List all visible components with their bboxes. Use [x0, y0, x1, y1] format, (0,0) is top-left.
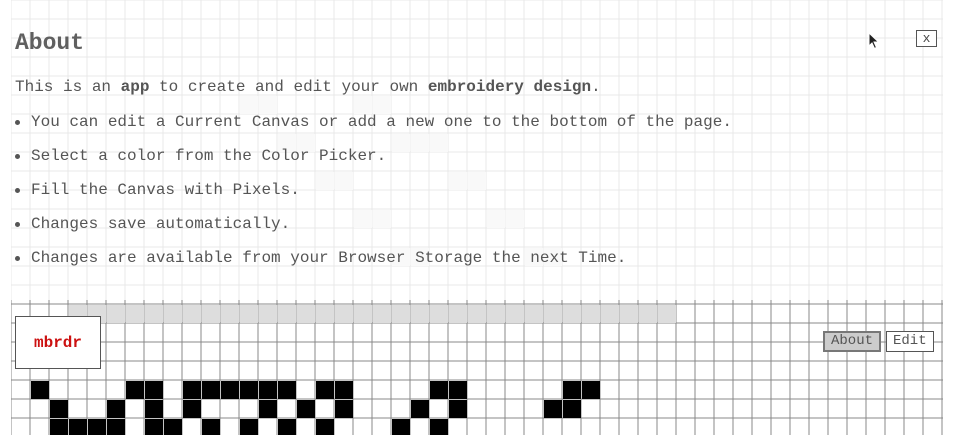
pixel-filled	[297, 400, 315, 418]
pixel-filled	[335, 400, 353, 418]
pixel-light	[620, 305, 638, 323]
intro-text: This is an app to create and edit your o…	[15, 78, 601, 96]
pixel-filled	[221, 381, 239, 399]
pixel-light	[563, 305, 581, 323]
pixel-light	[639, 305, 657, 323]
list-item-text: Changes save automatically.	[31, 215, 291, 233]
pixel-filled	[449, 400, 467, 418]
pixel-light	[164, 305, 182, 323]
pixel-light	[354, 305, 372, 323]
list-item: You can edit a Current Canvas or add a n…	[0, 112, 732, 146]
pixel-light	[335, 305, 353, 323]
pixel-light	[392, 305, 410, 323]
pixel-light	[145, 305, 163, 323]
pixel-filled	[392, 419, 410, 435]
pixel-filled	[430, 419, 448, 435]
bullet-dot-icon	[15, 222, 20, 227]
pixel-filled	[430, 381, 448, 399]
close-button[interactable]: x	[916, 30, 937, 47]
list-item-text: Changes are available from your Browser …	[31, 249, 627, 267]
bullet-dot-icon	[15, 120, 20, 125]
pixel-light	[278, 305, 296, 323]
pixel-filled	[50, 419, 68, 435]
about-button[interactable]: About	[823, 331, 882, 352]
pixel-filled	[183, 400, 201, 418]
mouse-pointer-icon	[868, 31, 880, 55]
bullet-dot-icon	[15, 154, 20, 159]
pixel-light	[544, 305, 562, 323]
intro-design: embroidery design	[427, 78, 592, 96]
pixel-light	[449, 305, 467, 323]
list-item-text: Select a color from the Color Picker.	[31, 147, 387, 165]
pixel-filled	[240, 381, 258, 399]
intro-app: app	[120, 78, 150, 96]
pixel-filled	[107, 400, 125, 418]
pixel-light	[240, 305, 258, 323]
pixel-filled	[240, 419, 258, 435]
pixel-light	[525, 305, 543, 323]
pixel-filled	[50, 400, 68, 418]
pixel-filled	[278, 381, 296, 399]
edit-button[interactable]: Edit	[886, 331, 934, 352]
pixel-light	[373, 305, 391, 323]
logo[interactable]: mbrdr	[15, 316, 101, 369]
bullet-dot-icon	[15, 256, 20, 261]
pixel-filled	[202, 381, 220, 399]
pixel-light	[126, 305, 144, 323]
pixel-light	[506, 305, 524, 323]
pixel-filled	[88, 419, 106, 435]
pixel-light	[202, 305, 220, 323]
pixel-filled	[449, 381, 467, 399]
pixel-light	[316, 305, 334, 323]
pixel-filled	[69, 419, 87, 435]
pixel-filled	[107, 419, 125, 435]
pixel-filled	[582, 381, 600, 399]
pixel-filled	[164, 419, 182, 435]
about-title: About	[15, 30, 85, 56]
pixel-light	[601, 305, 619, 323]
pixel-filled	[411, 400, 429, 418]
pixel-filled	[31, 381, 49, 399]
list-item: Changes are available from your Browser …	[0, 248, 732, 282]
intro-middle: to create and edit your own	[149, 78, 428, 96]
pixel-light	[411, 305, 429, 323]
pixel-light	[107, 305, 125, 323]
pixel-light	[430, 305, 448, 323]
pixel-filled	[563, 381, 581, 399]
pixel-filled	[145, 381, 163, 399]
pixel-filled	[563, 400, 581, 418]
bullet-dot-icon	[15, 188, 20, 193]
pixel-filled	[126, 381, 144, 399]
pixel-light	[468, 305, 486, 323]
pixel-light	[487, 305, 505, 323]
pixel-light	[183, 305, 201, 323]
pixel-light	[658, 305, 676, 323]
pixel-filled	[316, 381, 334, 399]
pixel-filled	[259, 400, 277, 418]
pixel-light	[221, 305, 239, 323]
pixel-light	[297, 305, 315, 323]
pixel-filled	[335, 381, 353, 399]
logo-text: mbrdr	[33, 333, 82, 352]
pixel-filled	[544, 400, 562, 418]
feature-list: You can edit a Current Canvas or add a n…	[0, 112, 732, 282]
list-item-text: Fill the Canvas with Pixels.	[31, 181, 300, 199]
intro-prefix: This is an	[15, 78, 121, 96]
list-item-text: You can edit a Current Canvas or add a n…	[31, 113, 732, 131]
list-item: Fill the Canvas with Pixels.	[0, 180, 732, 214]
pixel-light	[259, 305, 277, 323]
intro-suffix: .	[591, 78, 601, 96]
pixel-light	[582, 305, 600, 323]
about-panel: About x This is an app to create and edi…	[0, 0, 955, 300]
pixel-filled	[259, 381, 277, 399]
pixel-filled	[183, 381, 201, 399]
list-item: Select a color from the Color Picker.	[0, 146, 732, 180]
list-item: Changes save automatically.	[0, 214, 732, 248]
pixel-filled	[202, 419, 220, 435]
pixel-filled	[145, 419, 163, 435]
pixel-filled	[278, 419, 296, 435]
pixel-filled	[145, 400, 163, 418]
pixel-filled	[316, 419, 334, 435]
